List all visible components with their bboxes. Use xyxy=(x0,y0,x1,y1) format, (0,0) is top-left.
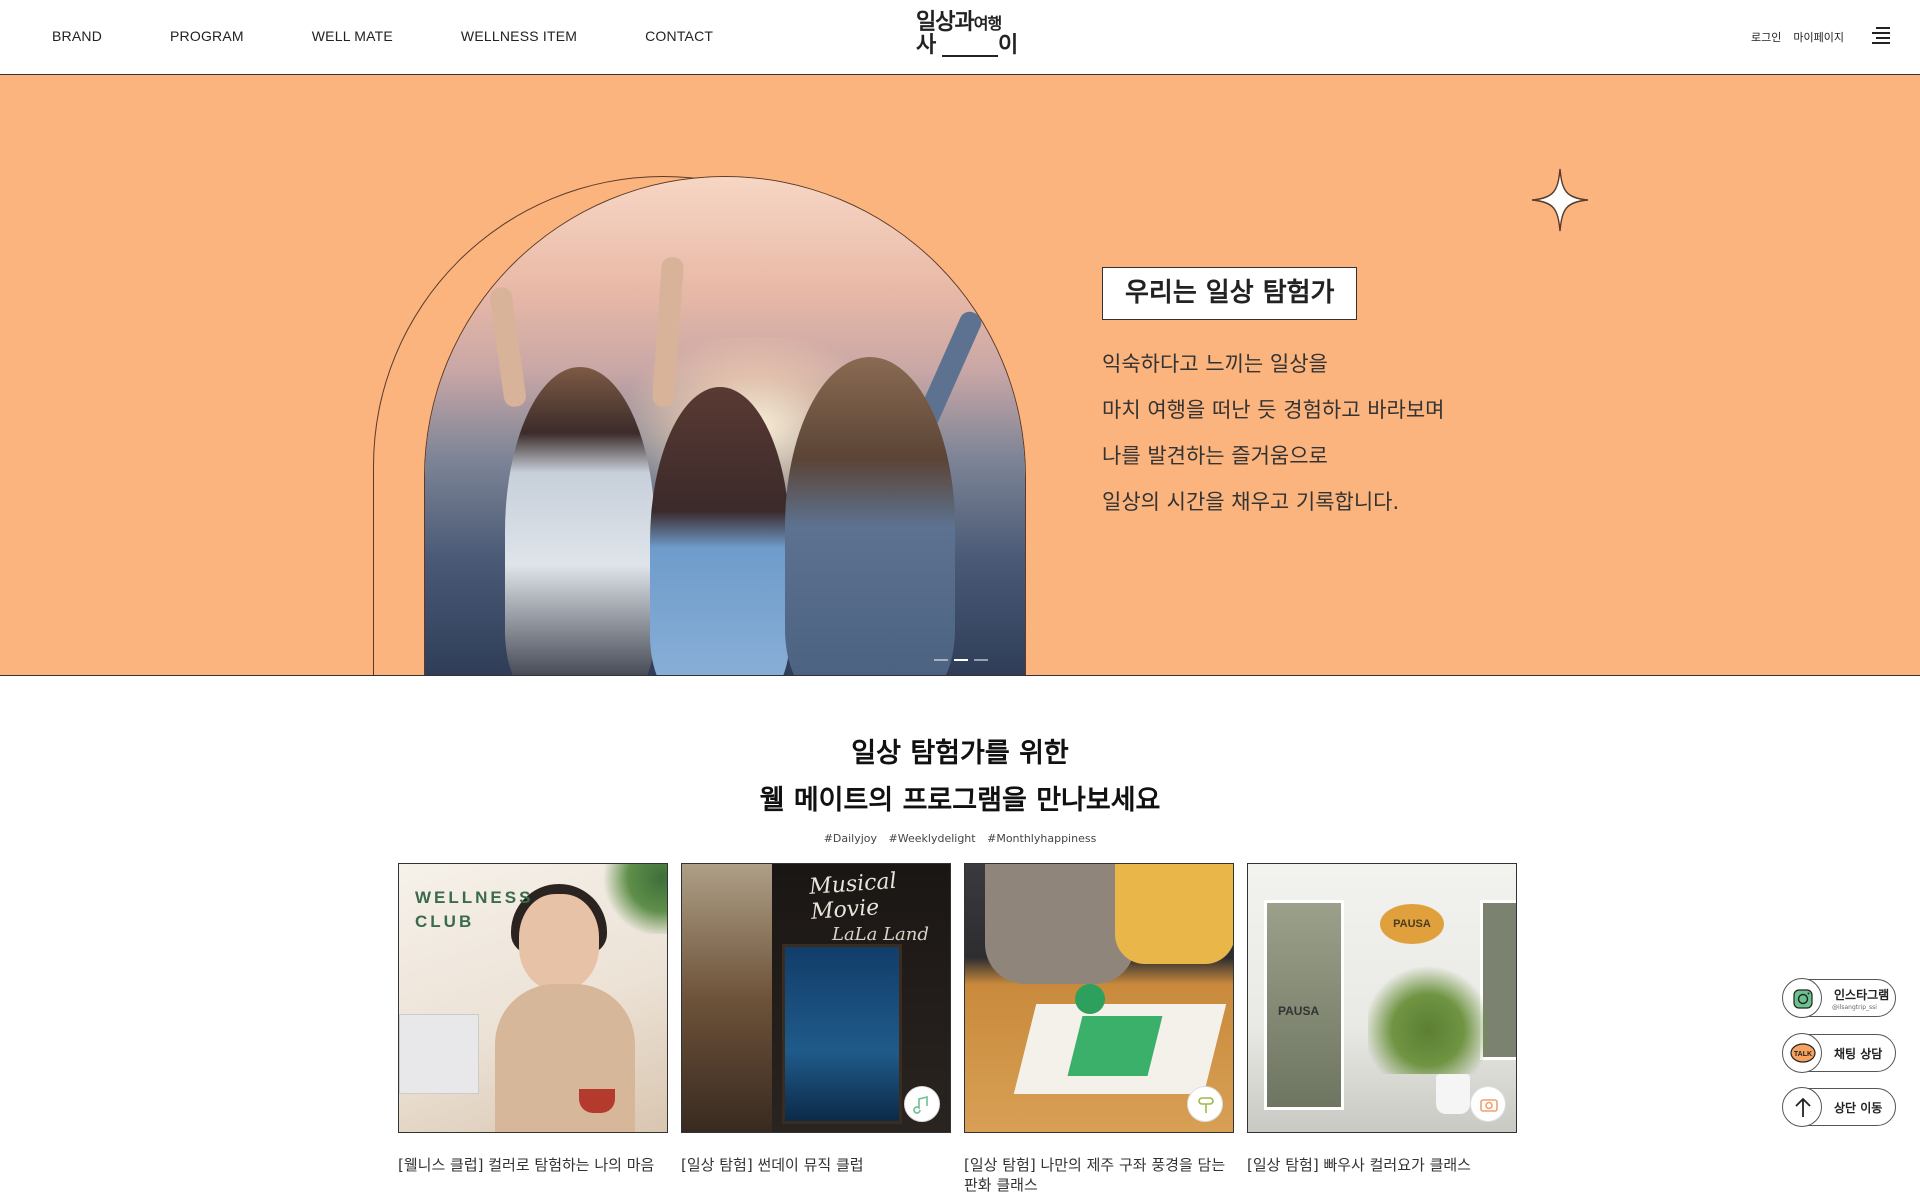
login-link[interactable]: 로그인 xyxy=(1751,29,1781,45)
program-title-line2: 웰 메이트의 프로그램을 만나보세요 xyxy=(759,785,1161,816)
hamburger-menu-icon[interactable] xyxy=(1872,27,1890,45)
logo-text-top: 일상과 xyxy=(916,10,975,35)
mypage-link[interactable]: 마이페이지 xyxy=(1793,29,1844,45)
site-header: BRAND PROGRAM WELL MATE WELLNESS ITEM CO… xyxy=(0,0,1920,75)
nav-brand[interactable]: BRAND xyxy=(52,28,102,44)
scroll-top-label: 상단 이동 xyxy=(1834,1101,1883,1115)
hero-photo xyxy=(424,176,1026,675)
arrow-up-icon xyxy=(1782,1087,1822,1127)
wellness-club-text: WELLNESS CLUB xyxy=(415,888,534,931)
nav-well-mate[interactable]: WELL MATE xyxy=(312,28,393,44)
hero-title: 우리는 일상 탐험가 xyxy=(1102,267,1358,320)
utility-links: 로그인 마이페이지 xyxy=(1751,29,1844,45)
hero-line: 일상의 시간을 채우고 기록합니다. xyxy=(1102,490,1400,514)
program-title-line1: 일상 탐험가를 위한 xyxy=(851,738,1069,769)
hero-line: 나를 발견하는 즐거움으로 xyxy=(1102,444,1328,468)
card-thumbnail[interactable]: WELLNESS CLUB xyxy=(398,863,668,1133)
program-card[interactable]: PAUSA PAUSA [일상 탐험] 빠우사 컬러요가 클래스 xyxy=(1247,863,1517,1195)
hero-line: 익숙하다고 느끼는 일상을 xyxy=(1102,352,1328,376)
logo-text-top-right: 여행 xyxy=(973,14,1002,33)
instagram-label: 인스타그램 xyxy=(1834,988,1890,1002)
hero-line: 마치 여행을 떠난 듯 경험하고 바라보며 xyxy=(1102,398,1445,422)
pausa-door-text: PAUSA xyxy=(1278,1004,1320,1018)
program-section-title: 일상 탐험가를 위한 웰 메이트의 프로그램을 만나보세요 xyxy=(0,730,1920,824)
logo-line xyxy=(942,55,998,57)
hashtags: #Dailyjoy #Weeklydelight #Monthlyhappine… xyxy=(0,832,1920,845)
instagram-handle: @ilsangtrip_ssi xyxy=(1832,1004,1877,1011)
nav-program[interactable]: PROGRAM xyxy=(170,28,244,44)
slide-indicator[interactable] xyxy=(934,659,988,661)
program-card[interactable]: WELLNESS CLUB [웰니스 클럽] 컬러로 탐험하는 나의 마음 xyxy=(398,863,668,1195)
card-thumbnail[interactable]: PAUSA PAUSA xyxy=(1247,863,1517,1133)
svg-text:TALK: TALK xyxy=(1794,1051,1812,1058)
chat-consult-button[interactable]: TALK 채팅 상담 xyxy=(1782,1033,1896,1073)
logo-text-bottom-left: 사 xyxy=(916,33,937,58)
hero-description: 익숙하다고 느끼는 일상을 마치 여행을 떠난 듯 경험하고 바라보며 나를 발… xyxy=(1102,341,1445,525)
chat-consult-label: 채팅 상담 xyxy=(1834,1047,1883,1061)
chalkboard-text: LaLa Land xyxy=(832,924,929,945)
card-thumbnail[interactable] xyxy=(964,863,1234,1133)
hashtag[interactable]: #Weeklydelight xyxy=(889,832,976,845)
pausa-sign: PAUSA xyxy=(1380,904,1444,944)
music-note-icon xyxy=(904,1086,940,1122)
instagram-button[interactable]: 인스타그램 @ilsangtrip_ssi xyxy=(1782,978,1896,1018)
sparkle-icon xyxy=(1531,168,1589,232)
card-title[interactable]: [웰니스 클럽] 컬러로 탐험하는 나의 마음 xyxy=(398,1155,668,1175)
hashtag[interactable]: #Dailyjoy xyxy=(824,832,877,845)
card-thumbnail[interactable]: Musical Movie LaLa Land xyxy=(681,863,951,1133)
hero-banner: 우리는 일상 탐험가 익숙하다고 느끼는 일상을 마치 여행을 떠난 듯 경험하… xyxy=(0,75,1920,676)
camera-icon xyxy=(1470,1086,1506,1122)
hashtag[interactable]: #Monthlyhappiness xyxy=(987,832,1096,845)
card-title[interactable]: [일상 탐험] 나만의 제주 구좌 풍경을 담는 판화 클래스 xyxy=(964,1155,1234,1195)
logo-text-bottom-right: 이 xyxy=(998,33,1019,58)
card-title[interactable]: [일상 탐험] 썬데이 뮤직 클럽 xyxy=(681,1155,951,1175)
instagram-icon xyxy=(1782,978,1822,1018)
program-card-list: WELLNESS CLUB [웰니스 클럽] 컬러로 탐험하는 나의 마음 Mus… xyxy=(398,863,1517,1195)
nav-wellness-item[interactable]: WELLNESS ITEM xyxy=(461,28,577,44)
site-logo[interactable]: 일상과여행 사 이 xyxy=(912,10,1020,60)
program-card[interactable]: [일상 탐험] 나만의 제주 구좌 풍경을 담는 판화 클래스 xyxy=(964,863,1234,1195)
roller-icon xyxy=(1187,1086,1223,1122)
scroll-top-button[interactable]: 상단 이동 xyxy=(1782,1087,1896,1127)
main-nav: BRAND PROGRAM WELL MATE WELLNESS ITEM CO… xyxy=(52,28,713,44)
chalkboard-text: Musical Movie xyxy=(808,868,898,925)
program-card[interactable]: Musical Movie LaLa Land [일상 탐험] 썬데이 뮤직 클… xyxy=(681,863,951,1195)
nav-contact[interactable]: CONTACT xyxy=(645,28,713,44)
card-title[interactable]: [일상 탐험] 빠우사 컬러요가 클래스 xyxy=(1247,1155,1517,1175)
kakao-talk-icon: TALK xyxy=(1782,1033,1822,1073)
